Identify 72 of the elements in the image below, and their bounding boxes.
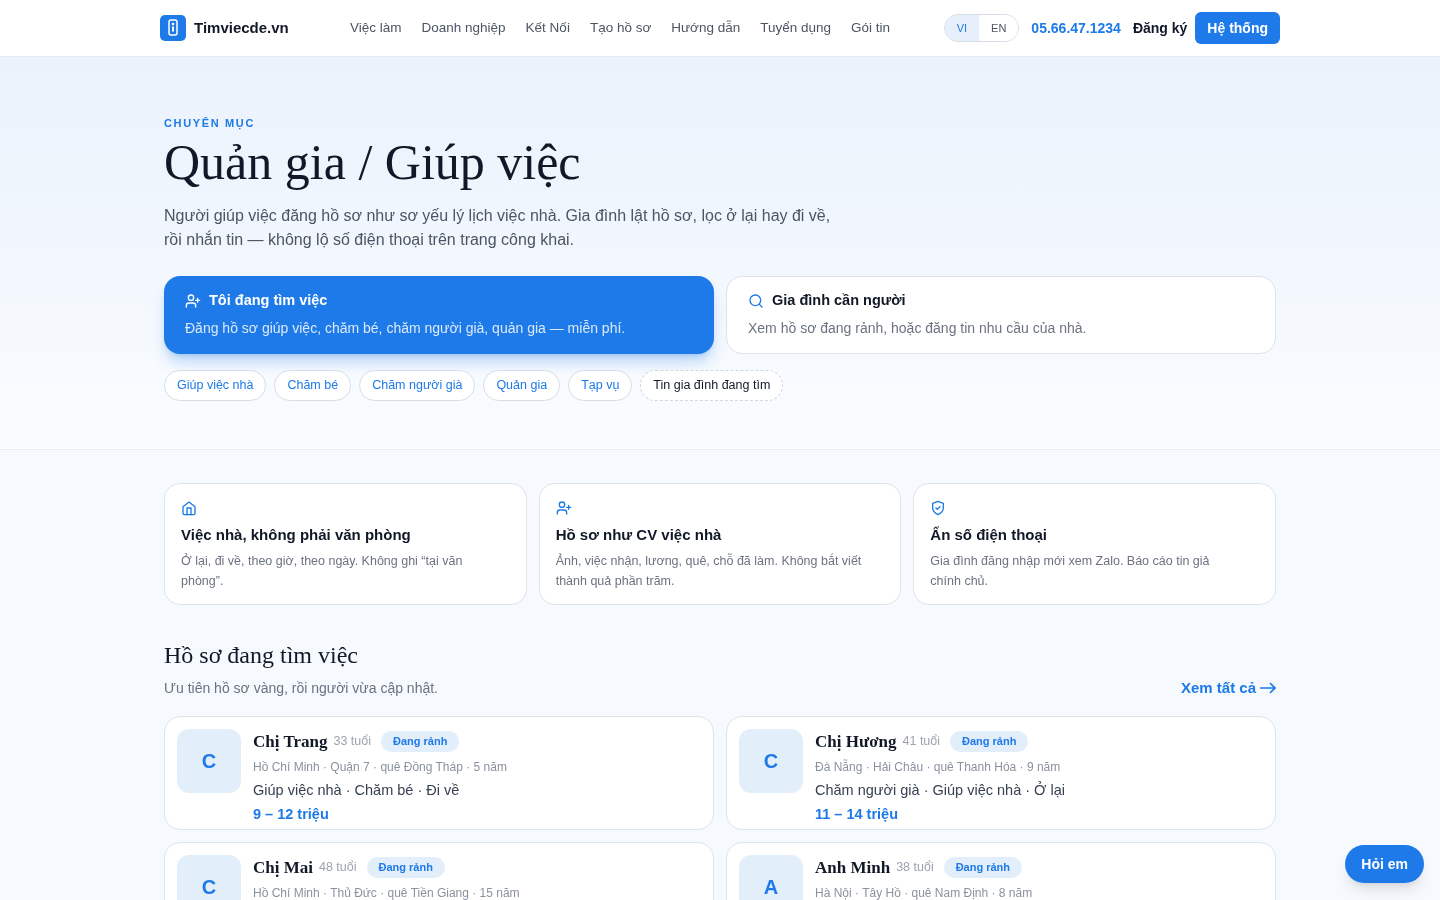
house-icon bbox=[181, 500, 197, 516]
section-subtitle: Ưu tiên hồ sơ vàng, rồi người vừa cập nhật. bbox=[164, 678, 438, 698]
feature-text: Ảnh, việc nhận, lương, quê, chỗ đã làm. Không bắt viết thành quả phần trăm. bbox=[555, 552, 863, 590]
nav-link[interactable]: Doanh nghiệp bbox=[421, 17, 506, 39]
profile-age: 48 tuổi bbox=[319, 858, 357, 876]
avatar-initial: A bbox=[739, 854, 803, 900]
mode-card[interactable]: Gia đình cần người Xem hồ sơ đang rảnh, hoặc đăng tin nhu cầu của nhà. bbox=[726, 275, 1276, 354]
search-icon bbox=[748, 293, 764, 309]
status-badge: Đang rảnh bbox=[943, 857, 1023, 878]
arrow-right-icon bbox=[1260, 682, 1276, 695]
profile-salary: 11 – 14 triệu bbox=[815, 804, 900, 824]
status-badge: Đang rảnh bbox=[950, 731, 1029, 752]
nav-link[interactable]: Tuyển dụng bbox=[760, 17, 832, 39]
nav-link[interactable]: Kết Nối bbox=[525, 17, 570, 39]
category-chip[interactable]: Chăm bé bbox=[274, 369, 352, 401]
register-link[interactable]: Đăng ký bbox=[1132, 17, 1188, 39]
profile-name: Anh Minh bbox=[815, 856, 891, 879]
profile-skills: Chăm người già · Giúp việc nhà · Ở lại bbox=[815, 780, 1066, 800]
mode-card[interactable]: Tôi đang tìm việc Đăng hồ sơ giúp việc, chăm bé, chăm người già, quản gia — miễn phí. bbox=[164, 275, 714, 354]
page-title: Quản gia / Giúp việc bbox=[164, 132, 582, 192]
status-badge: Đang rảnh bbox=[381, 731, 460, 752]
nav-link[interactable]: Gói tin bbox=[851, 17, 891, 39]
status-badge: Đang rảnh bbox=[366, 857, 445, 878]
profile-name: Chị Hương bbox=[815, 730, 897, 753]
category-chip[interactable]: Giúp việc nhà bbox=[164, 369, 267, 401]
mode-subtitle: Xem hồ sơ đang rảnh, hoặc đăng tin nhu cầu của nhà. bbox=[748, 318, 1088, 338]
nav-link[interactable]: Việc làm bbox=[350, 17, 402, 39]
profile-card[interactable]: C Chị Trang 33 tuổi Đang rảnh Hồ Chí Minh · Quận 7 · quê Đồng Tháp · 5 năm Giúp việc nhà · Chăm bé · Đi về 9 – 12 triệu bbox=[164, 715, 714, 830]
see-all-link[interactable]: Xem tất cả bbox=[1180, 677, 1276, 700]
system-button[interactable]: Hệ thống bbox=[1195, 12, 1280, 44]
profile-meta: Đà Nẵng · Hải Châu · quê Thanh Hóa · 9 năm bbox=[815, 758, 1062, 776]
profile-card[interactable]: A Anh Minh 38 tuổi Đang rảnh Hà Nội · Tây Hồ · quê Nam Định · 8 năm bbox=[726, 841, 1276, 900]
profile-card[interactable]: C Chị Hương 41 tuổi Đang rảnh Đà Nẵng · Hải Châu · quê Thanh Hóa · 9 năm Chăm người già · Giúp việc nhà · Ở lại 11 – 14 triệu bbox=[726, 715, 1276, 830]
language-option[interactable]: VI bbox=[944, 15, 980, 41]
feature-text: Gia đình đăng nhập mới xem Zalo. Báo cáo tin giả chính chủ. bbox=[930, 552, 1211, 590]
brand-link[interactable]: Timviecde.vn bbox=[194, 16, 289, 40]
avatar-initial: C bbox=[177, 728, 241, 793]
feature-title: Hồ sơ như CV việc nhà bbox=[555, 525, 723, 545]
category-chip[interactable]: Quản gia bbox=[483, 369, 561, 401]
nav-link[interactable]: Hướng dẫn bbox=[671, 17, 741, 39]
profile-name: Chị Mai bbox=[253, 856, 313, 879]
user-plus-icon bbox=[185, 293, 201, 309]
feature-text: Ở lại, đi về, theo giờ, theo ngày. Không ghi “tại văn phòng”. bbox=[181, 552, 464, 590]
profile-skills: Giúp việc nhà · Chăm bé · Đi về bbox=[253, 781, 461, 800]
section-eyebrow: CHUYÊN MỤC bbox=[164, 116, 257, 132]
profile-card[interactable]: C Chị Mai 48 tuổi Đang rảnh Hồ Chí Minh · Thủ Đức · quê Tiền Giang · 15 năm bbox=[164, 841, 714, 900]
avatar-initial: C bbox=[177, 854, 241, 900]
profile-meta: Hà Nội · Tây Hồ · quê Nam Định · 8 năm bbox=[815, 885, 1033, 900]
chat-button[interactable]: Hỏi em bbox=[1345, 845, 1424, 883]
section-title: Hồ sơ đang tìm việc bbox=[164, 641, 359, 670]
user-plus-icon bbox=[555, 500, 572, 516]
category-chip[interactable]: Tạp vụ bbox=[568, 369, 633, 401]
profile-age: 41 tuổi bbox=[902, 732, 941, 750]
shield-check-icon bbox=[930, 500, 947, 516]
phone-link[interactable]: 05.66.47.1234 bbox=[1031, 17, 1121, 39]
feature-title: Việc nhà, không phải văn phòng bbox=[181, 525, 412, 545]
profile-age: 33 tuổi bbox=[333, 732, 371, 750]
profile-age: 38 tuổi bbox=[896, 858, 934, 876]
avatar-initial: C bbox=[739, 728, 803, 793]
profile-meta: Hồ Chí Minh · Thủ Đức · quê Tiền Giang · 15 năm bbox=[253, 885, 520, 900]
mode-title: Tôi đang tìm việc bbox=[209, 291, 328, 311]
category-chip[interactable]: Tin gia đình đang tìm bbox=[640, 369, 784, 401]
category-chip[interactable]: Chăm người già bbox=[359, 369, 476, 401]
profile-meta: Hồ Chí Minh · Quận 7 · quê Đồng Tháp · 5 năm bbox=[253, 759, 507, 776]
mode-subtitle: Đăng hồ sơ giúp việc, chăm bé, chăm người già, quản gia — miễn phí. bbox=[185, 318, 627, 338]
profile-name: Chị Trang bbox=[253, 730, 328, 753]
page-description: Người giúp việc đăng hồ sơ như sơ yếu lý lịch việc nhà. Gia đình lật hồ sơ, lọc ở lại hay đi về, rồi nhắn tin — không lộ số điện thoại trên trang công khai. bbox=[164, 205, 832, 250]
feature-title: Ẩn số điện thoại bbox=[930, 525, 1048, 545]
nav-link[interactable]: Tạo hồ sơ bbox=[589, 17, 652, 39]
logo-icon bbox=[160, 15, 186, 41]
profile-salary: 9 – 12 triệu bbox=[253, 804, 330, 824]
mode-title: Gia đình cần người bbox=[772, 291, 906, 311]
